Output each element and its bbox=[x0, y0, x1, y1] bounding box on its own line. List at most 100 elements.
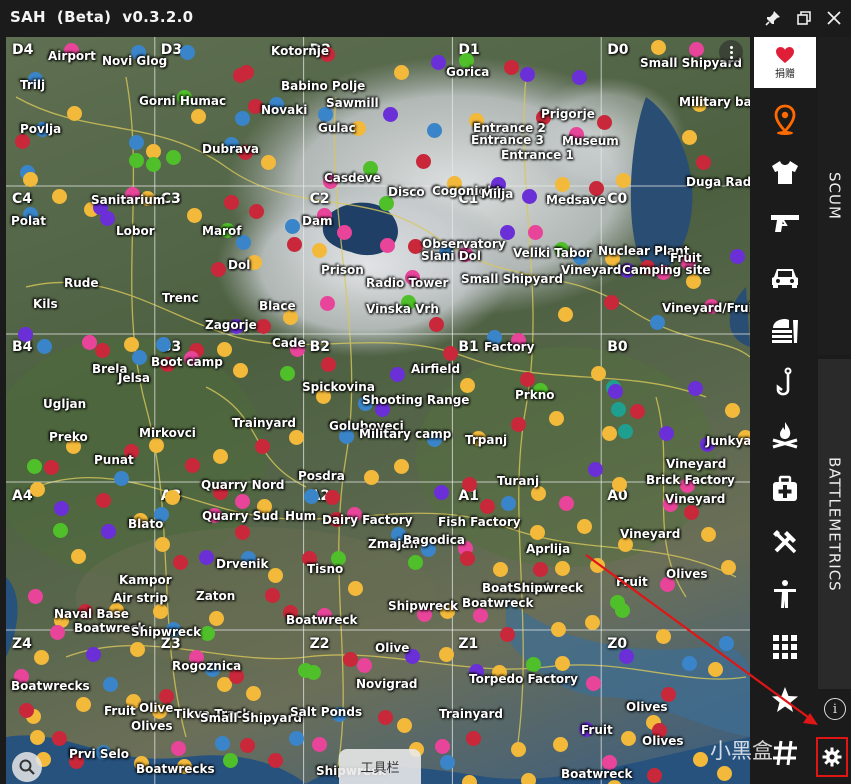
map-marker[interactable] bbox=[155, 537, 170, 552]
weapons-button[interactable] bbox=[754, 197, 816, 248]
donate-button[interactable]: 捐赠 bbox=[754, 37, 816, 88]
map-view[interactable]: D4D3D2D1D0C4C3C2C1C0B4B3B2B1B0A4A3A2A1A0… bbox=[6, 37, 750, 784]
map-marker[interactable] bbox=[501, 496, 516, 511]
map-marker[interactable] bbox=[531, 486, 546, 501]
map-marker[interactable] bbox=[555, 177, 570, 192]
map-marker[interactable] bbox=[682, 656, 697, 671]
map-marker[interactable] bbox=[460, 378, 475, 393]
map-marker[interactable] bbox=[429, 317, 444, 332]
map-marker[interactable] bbox=[604, 295, 619, 310]
person-button[interactable] bbox=[754, 568, 816, 619]
map-marker[interactable] bbox=[647, 768, 662, 783]
map-marker[interactable] bbox=[659, 426, 674, 441]
map-marker[interactable] bbox=[480, 499, 495, 514]
map-marker[interactable] bbox=[721, 560, 736, 575]
tools-button[interactable] bbox=[754, 516, 816, 567]
map-marker[interactable] bbox=[656, 629, 671, 644]
map-marker[interactable] bbox=[325, 490, 340, 505]
map-marker[interactable] bbox=[96, 493, 111, 508]
map-marker[interactable] bbox=[719, 636, 734, 651]
map-marker[interactable] bbox=[235, 525, 250, 540]
map-marker[interactable] bbox=[34, 650, 49, 665]
map-marker[interactable] bbox=[44, 460, 59, 475]
map-marker[interactable] bbox=[549, 411, 564, 426]
map-marker[interactable] bbox=[696, 155, 711, 170]
map-marker[interactable] bbox=[431, 55, 446, 70]
map-marker[interactable] bbox=[684, 505, 699, 520]
map-marker[interactable] bbox=[103, 677, 118, 692]
map-marker[interactable] bbox=[268, 753, 283, 768]
map-marker[interactable] bbox=[526, 657, 541, 672]
map-marker[interactable] bbox=[590, 558, 605, 573]
map-marker[interactable] bbox=[256, 319, 271, 334]
close-icon[interactable] bbox=[821, 5, 847, 31]
map-marker[interactable] bbox=[52, 731, 67, 746]
map-marker[interactable] bbox=[380, 238, 395, 253]
map-marker[interactable] bbox=[28, 589, 43, 604]
map-marker[interactable] bbox=[708, 662, 723, 677]
map-marker[interactable] bbox=[289, 731, 304, 746]
map-marker[interactable] bbox=[615, 603, 630, 618]
map-marker[interactable] bbox=[166, 150, 181, 165]
map-marker[interactable] bbox=[725, 403, 740, 418]
map-marker[interactable] bbox=[504, 60, 519, 75]
map-marker[interactable] bbox=[551, 622, 566, 637]
map-marker[interactable] bbox=[612, 477, 627, 492]
restore-icon[interactable] bbox=[791, 5, 817, 31]
map-marker[interactable] bbox=[520, 67, 535, 82]
map-marker[interactable] bbox=[30, 482, 45, 497]
map-marker[interactable] bbox=[235, 111, 250, 126]
map-marker[interactable] bbox=[235, 494, 250, 509]
map-marker[interactable] bbox=[280, 366, 295, 381]
map-marker[interactable] bbox=[146, 157, 161, 172]
map-marker[interactable] bbox=[15, 134, 30, 149]
map-marker[interactable] bbox=[364, 470, 379, 485]
map-marker[interactable] bbox=[558, 307, 573, 322]
toolbar-tab[interactable]: 工具栏 bbox=[339, 749, 421, 784]
map-marker[interactable] bbox=[473, 608, 488, 623]
map-marker[interactable] bbox=[54, 501, 69, 516]
map-marker[interactable] bbox=[611, 402, 626, 417]
map-marker[interactable] bbox=[511, 417, 526, 432]
map-marker[interactable] bbox=[27, 459, 42, 474]
map-marker[interactable] bbox=[493, 562, 508, 577]
map-marker[interactable] bbox=[383, 107, 398, 122]
map-marker[interactable] bbox=[597, 115, 612, 130]
map-marker[interactable] bbox=[650, 315, 665, 330]
map-marker[interactable] bbox=[586, 676, 601, 691]
map-marker[interactable] bbox=[213, 449, 228, 464]
map-marker[interactable] bbox=[67, 106, 82, 121]
map-marker[interactable] bbox=[651, 40, 666, 55]
medical-button[interactable] bbox=[754, 463, 816, 514]
map-marker[interactable] bbox=[390, 367, 405, 382]
map-marker[interactable] bbox=[701, 527, 716, 542]
map-marker[interactable] bbox=[165, 490, 180, 505]
vehicles-button[interactable] bbox=[754, 251, 816, 302]
map-marker[interactable] bbox=[156, 337, 171, 352]
map-marker[interactable] bbox=[460, 551, 475, 566]
map-marker[interactable] bbox=[132, 350, 147, 365]
map-marker[interactable] bbox=[180, 45, 195, 60]
clothing-button[interactable] bbox=[754, 146, 816, 197]
map-marker[interactable] bbox=[129, 135, 144, 150]
map-marker[interactable] bbox=[439, 647, 454, 662]
map-marker[interactable] bbox=[246, 686, 261, 701]
map-marker[interactable] bbox=[397, 718, 412, 733]
map-marker[interactable] bbox=[553, 737, 568, 752]
map-marker[interactable] bbox=[223, 753, 238, 768]
map-marker[interactable] bbox=[37, 339, 52, 354]
map-marker[interactable] bbox=[717, 766, 732, 781]
tab-scum[interactable]: SCUM bbox=[818, 37, 851, 355]
map-marker[interactable] bbox=[689, 42, 704, 57]
map-marker[interactable] bbox=[191, 109, 206, 124]
map-marker[interactable] bbox=[585, 615, 600, 630]
map-marker[interactable] bbox=[530, 525, 545, 540]
map-marker[interactable] bbox=[265, 588, 280, 603]
pin-icon[interactable] bbox=[760, 5, 786, 31]
map-marker[interactable] bbox=[520, 372, 535, 387]
grid-button[interactable] bbox=[754, 621, 816, 672]
map-marker[interactable] bbox=[555, 561, 570, 576]
map-marker[interactable] bbox=[577, 519, 592, 534]
map-marker[interactable] bbox=[130, 642, 145, 657]
map-marker[interactable] bbox=[321, 357, 336, 372]
